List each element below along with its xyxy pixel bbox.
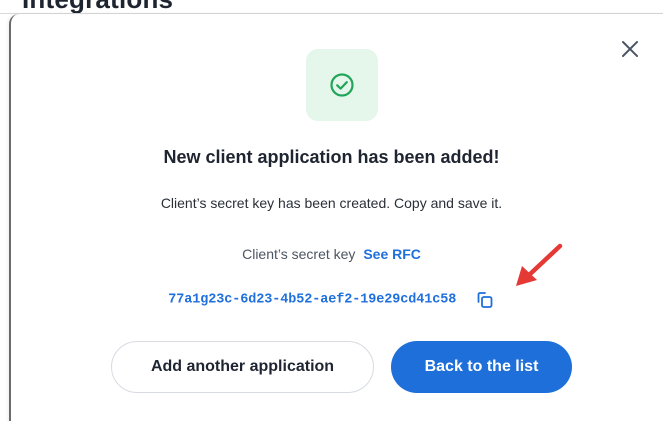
add-another-application-button[interactable]: Add another application	[111, 341, 374, 393]
secret-key-label-row: Client’s secret key See RFC	[0, 246, 663, 262]
secret-key-row: 77a1g23c-6d23-4b52-aef2-19e29cd41c58	[0, 290, 663, 310]
secret-key-value: 77a1g23c-6d23-4b52-aef2-19e29cd41c58	[168, 292, 457, 308]
modal-title: New client application has been added!	[163, 147, 500, 167]
secret-key-label: Client’s secret key	[242, 246, 356, 262]
page: Integrations New client application has …	[0, 0, 663, 421]
back-to-list-button[interactable]: Back to the list	[391, 341, 572, 393]
copy-icon	[477, 292, 493, 308]
success-badge	[306, 49, 378, 121]
close-button[interactable]	[619, 38, 641, 60]
see-rfc-link[interactable]: See RFC	[363, 246, 421, 262]
modal-subtitle: Client’s secret key has been created. Co…	[160, 195, 503, 211]
close-icon	[622, 41, 638, 57]
copy-key-button[interactable]	[475, 290, 495, 310]
check-circle-icon	[330, 73, 354, 97]
